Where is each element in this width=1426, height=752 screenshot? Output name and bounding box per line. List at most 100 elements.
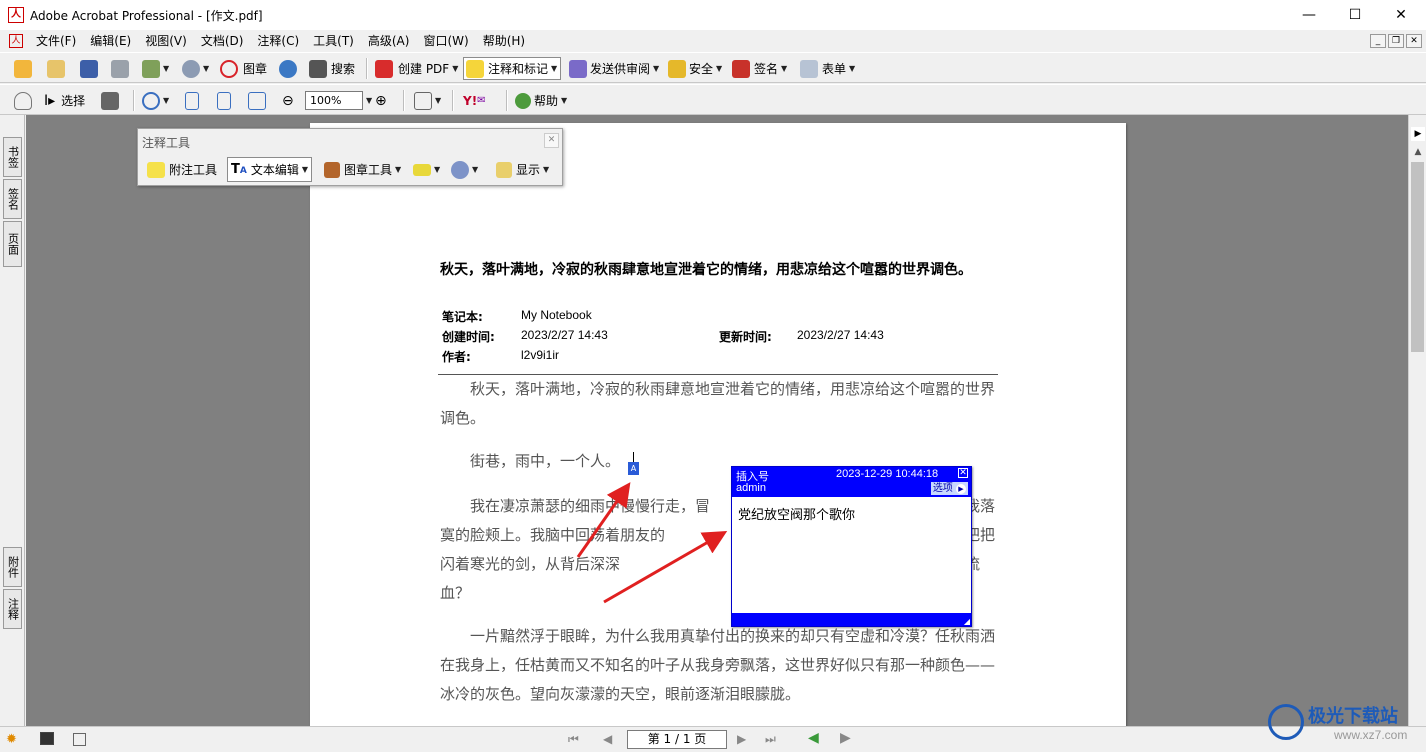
attach-button[interactable]: ▼ <box>182 57 209 80</box>
help-button[interactable]: 帮助 ▼ <box>515 89 567 112</box>
doc-restore-icon[interactable]: ❐ <box>1388 34 1404 48</box>
display-icon[interactable] <box>40 732 54 745</box>
show-button[interactable]: 显示 ▼ <box>496 156 549 183</box>
last-page-icon[interactable]: ⏭ <box>765 732 776 747</box>
tab-signatures[interactable]: 签名 <box>3 179 22 219</box>
menu-help[interactable]: 帮助(H) <box>476 30 532 52</box>
print-button[interactable] <box>111 57 129 80</box>
save-button[interactable] <box>80 57 98 80</box>
site-watermark: 极光下载站 www.xz7.com <box>1262 698 1422 750</box>
resize-grip-icon[interactable]: ◢ <box>964 617 970 626</box>
zoom-in-button[interactable]: ⊕ <box>375 89 387 112</box>
open-button[interactable] <box>14 57 32 80</box>
text-edit-button[interactable]: TA 文本编辑 ▼ <box>227 157 313 182</box>
first-page-icon[interactable]: ⏮ <box>568 732 579 747</box>
forms-button[interactable]: 表单 ▼ <box>800 57 855 80</box>
watermark-url: www.xz7.com <box>1334 728 1408 742</box>
rotate-button[interactable]: ▼ <box>414 89 441 112</box>
created-label: 创建时间: <box>442 330 495 344</box>
watermark-logo-icon <box>1268 704 1304 740</box>
chevron-down-icon: ▼ <box>716 64 723 73</box>
stamp-button[interactable]: 图章 <box>220 57 267 80</box>
maximize-button[interactable]: ☐ <box>1332 0 1378 30</box>
doc-close-icon[interactable]: ✕ <box>1406 34 1422 48</box>
go-forward-icon[interactable]: ▶ <box>840 730 851 746</box>
email-icon <box>142 59 160 78</box>
zoom-input[interactable]: 100% <box>305 91 363 110</box>
document-viewport[interactable]: 秋天，落叶满地，冷寂的秋雨肆意地宣泄着它的情绪，用悲凉给这个喧嚣的世界调色。 笔… <box>26 115 1408 726</box>
send-review-button[interactable]: 发送供审阅 ▼ <box>569 57 659 80</box>
create-pdf-button[interactable]: 创建 PDF ▼ <box>375 57 458 80</box>
pane-toggle-icon[interactable]: ▶ <box>1411 127 1425 141</box>
doc-minimize-icon[interactable]: _ <box>1370 34 1386 48</box>
tab-pages[interactable]: 页面 <box>3 221 22 267</box>
chevron-down-icon: ▼ <box>781 64 788 73</box>
tab-attachments[interactable]: 附件 <box>3 547 22 587</box>
stamp-tool-button[interactable]: 图章工具 ▼ <box>324 156 401 183</box>
chevron-down-icon: ▼ <box>395 165 402 174</box>
fit-page-button[interactable] <box>217 89 231 112</box>
menu-advanced[interactable]: 高级(A) <box>361 30 417 52</box>
text-edit-label: 文本编辑 <box>250 163 299 177</box>
close-icon[interactable]: ✕ <box>544 133 559 148</box>
tab-comments[interactable]: 注释 <box>3 589 22 629</box>
menu-file[interactable]: 文件(F) <box>29 30 83 52</box>
highlight-tool-button[interactable]: ▼ <box>413 156 440 183</box>
vertical-scrollbar[interactable]: ▶ ▲ <box>1408 115 1426 726</box>
organizer-button[interactable] <box>47 57 65 80</box>
comment-popup[interactable]: 插入号 2023-12-29 10:44:18 ✕ admin 选项 ▶ 党纪放… <box>731 466 972 627</box>
author-value: l2v9i1ir <box>521 348 560 362</box>
menu-window[interactable]: 窗口(W) <box>416 30 475 52</box>
pdf-page[interactable]: 秋天，落叶满地，冷寂的秋雨肆意地宣泄着它的情绪，用悲凉给这个喧嚣的世界调色。 笔… <box>310 123 1126 726</box>
comment-tools-palette[interactable]: 注释工具 ✕ 附注工具 TA 文本编辑 ▼ 图章工具 ▼ ▼ ▼ 显示 ▼ <box>137 128 563 186</box>
comment-text[interactable]: 党纪放空阀那个歌你 <box>738 504 855 523</box>
paperclip-icon <box>182 59 200 78</box>
select-label: 选择 <box>61 94 86 108</box>
close-button[interactable]: ✕ <box>1378 0 1424 30</box>
document-title: 秋天，落叶满地，冷寂的秋雨肆意地宣泄着它的情绪，用悲凉给这个喧嚣的世界调色。 <box>440 262 972 278</box>
attach-file-tool-button[interactable]: ▼ <box>451 156 478 183</box>
scroll-thumb[interactable] <box>1411 162 1424 352</box>
tab-bookmarks[interactable]: 书签 <box>3 137 22 177</box>
organizer-icon <box>47 59 65 78</box>
sign-button[interactable]: 签名 ▼ <box>732 57 787 80</box>
zoom-tool-button[interactable]: ▼ <box>142 89 169 112</box>
select-tool-button[interactable]: I▸ 选择 <box>44 89 85 112</box>
yahoo-button[interactable]: Y! ✉ <box>463 89 486 112</box>
minimize-button[interactable]: — <box>1286 0 1332 30</box>
prev-page-icon[interactable]: ◀ <box>603 732 612 746</box>
zoom-level[interactable]: 100% ▼ <box>305 89 372 112</box>
close-icon[interactable]: ✕ <box>958 468 968 478</box>
comment-options-button[interactable]: 选项 ▶ <box>930 482 968 495</box>
page-number-input[interactable]: 第 1 / 1 页 <box>627 730 727 749</box>
document-icon[interactable]: 人 <box>9 34 23 48</box>
snapshot-button[interactable] <box>101 89 119 112</box>
caret-comment-marker[interactable]: A <box>628 462 639 475</box>
go-back-icon[interactable]: ◀ <box>808 730 819 746</box>
comment-markup-icon <box>466 59 484 78</box>
notebook-label: 笔记本: <box>442 310 483 324</box>
menu-edit[interactable]: 编辑(E) <box>83 30 138 52</box>
comment-markup-button[interactable]: 注释和标记 ▼ <box>463 57 562 80</box>
author-label: 作者: <box>442 350 471 364</box>
security-button[interactable]: 安全 ▼ <box>668 57 722 80</box>
web-button[interactable] <box>279 57 297 80</box>
sun-icon[interactable]: ✹ <box>6 732 17 747</box>
menu-tools[interactable]: 工具(T) <box>306 30 361 52</box>
scroll-up-icon[interactable]: ▲ <box>1411 145 1425 159</box>
doc-info-icon[interactable] <box>73 733 86 746</box>
comment-popup-header[interactable]: 插入号 2023-12-29 10:44:18 ✕ admin 选项 ▶ <box>732 467 971 497</box>
chevron-down-icon: ▼ <box>561 96 568 105</box>
zoom-out-button[interactable]: ⊖ <box>282 89 294 112</box>
menu-comments[interactable]: 注释(C) <box>250 30 306 52</box>
next-page-icon[interactable]: ▶ <box>737 732 746 746</box>
note-tool-button[interactable]: 附注工具 <box>147 156 217 183</box>
search-button[interactable]: 搜索 <box>309 57 355 80</box>
actual-size-button[interactable] <box>185 89 199 112</box>
email-button[interactable]: ▼ <box>142 57 169 80</box>
notebook-value: My Notebook <box>521 308 592 322</box>
hand-tool-button[interactable] <box>14 89 32 112</box>
menu-document[interactable]: 文档(D) <box>194 30 251 52</box>
menu-view[interactable]: 视图(V) <box>138 30 194 52</box>
fit-width-button[interactable] <box>248 89 266 112</box>
